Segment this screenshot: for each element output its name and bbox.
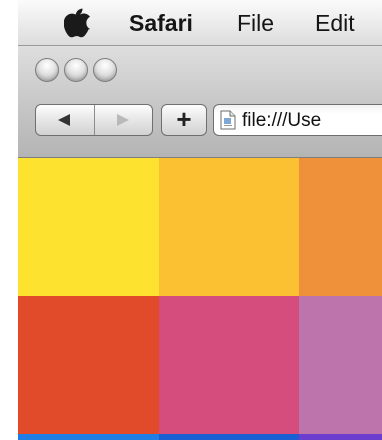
forward-arrow-icon: [117, 114, 129, 126]
color-tile: [18, 296, 159, 434]
address-url-text: file:///Use: [242, 110, 322, 131]
zoom-window-button[interactable]: [93, 58, 117, 82]
browser-toolbar: + file:///Use: [18, 46, 382, 158]
color-tile: [159, 158, 299, 296]
back-button[interactable]: [36, 105, 95, 135]
file-document-icon: [220, 110, 236, 130]
menu-file[interactable]: File: [237, 9, 274, 37]
color-tile: [299, 158, 382, 296]
menu-bar: Safari File Edit: [18, 0, 382, 46]
address-bar[interactable]: file:///Use: [213, 104, 382, 136]
forward-button[interactable]: [95, 105, 152, 135]
color-tile: [159, 434, 299, 440]
color-tile: [18, 434, 159, 440]
close-window-button[interactable]: [35, 58, 59, 82]
apple-logo-icon[interactable]: [64, 8, 90, 38]
color-tile: [18, 158, 159, 296]
menu-edit[interactable]: Edit: [315, 9, 355, 37]
color-tile: [299, 296, 382, 434]
minimize-window-button[interactable]: [64, 58, 88, 82]
color-tile: [299, 434, 382, 440]
color-tile: [159, 296, 299, 434]
page-content: [18, 158, 382, 440]
menu-app-safari[interactable]: Safari: [129, 9, 193, 37]
screen: Safari File Edit + file:///Use: [0, 0, 382, 440]
back-forward-control: [35, 104, 153, 136]
add-bookmark-button[interactable]: +: [161, 104, 207, 136]
back-arrow-icon: [58, 114, 70, 126]
